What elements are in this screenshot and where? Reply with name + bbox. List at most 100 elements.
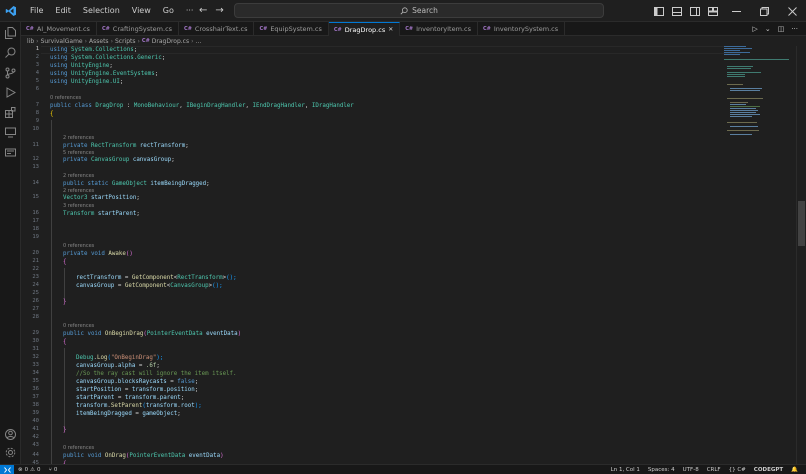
codelens-references[interactable]: 0 references bbox=[63, 243, 94, 249]
line-number: 3 bbox=[35, 62, 39, 68]
line-number: 28 bbox=[32, 314, 39, 320]
minimize-icon[interactable] bbox=[722, 0, 750, 22]
line-number: 32 bbox=[32, 354, 39, 360]
line-number: 22 bbox=[32, 266, 39, 272]
menu-go[interactable]: Go bbox=[157, 0, 180, 22]
explorer-icon[interactable] bbox=[2, 24, 19, 41]
csharp-file-icon: C# bbox=[333, 26, 342, 33]
back-arrow-icon[interactable]: ← bbox=[199, 4, 207, 18]
end-of-line[interactable]: CRLF bbox=[703, 467, 725, 473]
menu-edit[interactable]: Edit bbox=[49, 0, 77, 22]
extensions-icon[interactable] bbox=[2, 104, 19, 121]
code-line: startParent = transform.parent; bbox=[76, 395, 185, 401]
minimap-line bbox=[730, 108, 756, 109]
codelens-references[interactable]: 3 references bbox=[63, 203, 94, 209]
scrollbar-thumb[interactable] bbox=[798, 201, 805, 246]
testing-icon[interactable] bbox=[2, 144, 19, 161]
menu-selection[interactable]: Selection bbox=[77, 0, 126, 22]
run-dropdown-icon[interactable]: ⌄ bbox=[765, 25, 771, 33]
code-line: private void Awake() bbox=[63, 251, 133, 257]
code-line: using System.Collections; bbox=[50, 47, 138, 53]
codegpt-extension[interactable]: CODEGPT bbox=[750, 467, 787, 473]
indentation[interactable]: Spaces: 4 bbox=[644, 467, 679, 473]
toggle-secondary-sidebar-icon[interactable] bbox=[686, 0, 704, 22]
breadcrumb-item[interactable]: DragDrop.cs bbox=[152, 38, 189, 45]
line-number: 27 bbox=[32, 306, 39, 312]
minimap-line bbox=[727, 74, 745, 75]
csharp-file-icon: C# bbox=[482, 26, 491, 32]
codelens-references[interactable]: 0 references bbox=[50, 95, 81, 101]
code-content[interactable]: using System.Collections; using System.C… bbox=[50, 46, 730, 464]
remote-explorer-icon[interactable] bbox=[2, 124, 19, 141]
menu-more[interactable]: ··· bbox=[180, 0, 200, 22]
accounts-icon[interactable] bbox=[2, 426, 19, 443]
code-line: using UnityEngine.UI; bbox=[50, 79, 124, 85]
more-actions-icon[interactable]: ··· bbox=[791, 25, 798, 33]
code-line: Debug.Log("OnBeginDrag"); bbox=[76, 355, 164, 361]
command-center-search[interactable]: Search bbox=[234, 3, 604, 18]
line-number: 41 bbox=[32, 426, 39, 432]
breadcrumb-symbols[interactable]: … bbox=[196, 38, 202, 45]
run-file-icon[interactable]: ▷ bbox=[752, 25, 757, 33]
tab-equip-system[interactable]: C# EquipSystem.cs bbox=[254, 22, 329, 36]
menu-file[interactable]: File bbox=[24, 0, 49, 22]
codelens-references[interactable]: 0 references bbox=[63, 323, 94, 329]
line-number: 44 bbox=[32, 452, 39, 458]
split-editor-icon[interactable]: ◫ bbox=[778, 25, 785, 33]
toggle-primary-sidebar-icon[interactable] bbox=[650, 0, 668, 22]
tab-inventory-system[interactable]: C# InventorySystem.cs bbox=[478, 22, 566, 36]
source-control-icon[interactable] bbox=[2, 64, 19, 81]
encoding[interactable]: UTF-8 bbox=[679, 467, 703, 473]
minimap-line bbox=[724, 50, 740, 51]
ports-icon: ⑂ bbox=[48, 466, 52, 473]
tab-drag-drop[interactable]: C# DragDrop.cs ✕ bbox=[328, 22, 401, 36]
breadcrumb-item[interactable]: SurvivalGame bbox=[41, 38, 83, 45]
breadcrumb-item[interactable]: Assets bbox=[89, 38, 109, 45]
line-number: 7 bbox=[35, 102, 39, 108]
customize-layout-icon[interactable] bbox=[704, 0, 722, 22]
tab-inventory-item[interactable]: C# InventoryItem.cs bbox=[400, 22, 478, 36]
manage-gear-icon[interactable] bbox=[2, 444, 19, 461]
csharp-file-icon: C# bbox=[405, 26, 414, 32]
codelens-references[interactable]: 2 references bbox=[63, 173, 94, 179]
nav-arrows: ← → bbox=[199, 4, 224, 18]
menu-view[interactable]: View bbox=[126, 0, 157, 22]
remote-indicator-icon[interactable] bbox=[0, 464, 14, 474]
code-line: { bbox=[63, 259, 67, 265]
restore-icon[interactable] bbox=[750, 0, 778, 22]
search-view-icon[interactable] bbox=[2, 44, 19, 61]
minimap-line bbox=[727, 98, 763, 99]
toggle-panel-icon[interactable] bbox=[668, 0, 686, 22]
line-number: 11 bbox=[32, 142, 39, 148]
line-number: 26 bbox=[32, 298, 39, 304]
notifications-bell-icon[interactable]: 🔔 bbox=[787, 467, 802, 473]
code-line: using UnityEngine; bbox=[50, 63, 113, 69]
run-debug-icon[interactable] bbox=[2, 84, 19, 101]
minimap[interactable] bbox=[724, 46, 794, 146]
tab-crosshair-text[interactable]: C# CrosshairText.cs bbox=[179, 22, 255, 36]
forward-arrow-icon[interactable]: → bbox=[215, 4, 223, 18]
line-number: 39 bbox=[32, 410, 39, 416]
breadcrumb-item[interactable]: lib bbox=[27, 38, 34, 45]
close-window-icon[interactable] bbox=[778, 0, 806, 22]
code-line: private CanvasGroup canvasGroup; bbox=[63, 157, 175, 163]
problems-indicator[interactable]: ⊗ 0 ⚠ 0 bbox=[14, 467, 45, 473]
line-number: 6 bbox=[35, 86, 39, 92]
cursor-position[interactable]: Ln 1, Col 1 bbox=[607, 467, 644, 473]
close-tab-icon[interactable]: ✕ bbox=[388, 26, 393, 33]
tab-crafting-system[interactable]: C# CraftingSystem.cs bbox=[97, 22, 180, 36]
line-number: 29 bbox=[32, 330, 39, 336]
ports-indicator[interactable]: ⑂ 0 bbox=[45, 467, 62, 473]
language-mode[interactable]: {} C# bbox=[725, 467, 750, 473]
line-number: 14 bbox=[32, 180, 39, 186]
minimap-line bbox=[730, 134, 752, 135]
code-editor[interactable]: 1 2 3 4 5 6 7 8 9 10 11 12 13 14 15 16 1… bbox=[21, 46, 806, 464]
minimap-line bbox=[727, 122, 757, 123]
codelens-references[interactable]: 0 references bbox=[63, 445, 94, 451]
code-line: using UnityEngine.EventSystems; bbox=[50, 71, 159, 77]
tab-ai-movement[interactable]: C# AI_Movement.cs bbox=[21, 22, 97, 36]
menu-bar: File Edit Selection View Go ··· bbox=[24, 0, 199, 22]
codelens-references[interactable]: 2 references bbox=[63, 135, 94, 141]
breadcrumb-item[interactable]: Scripts bbox=[115, 38, 136, 45]
vertical-scrollbar[interactable] bbox=[796, 46, 806, 464]
